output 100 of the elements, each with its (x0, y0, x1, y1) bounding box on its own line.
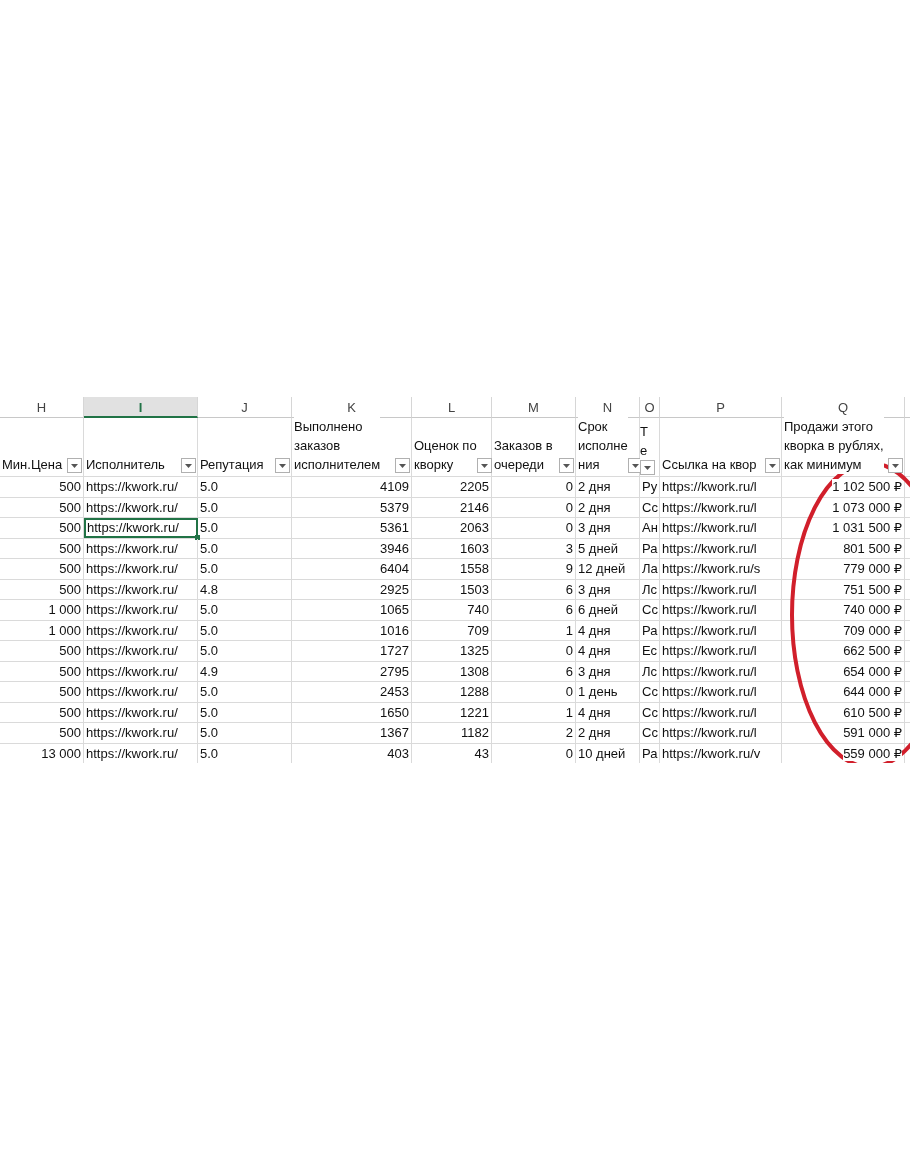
table-cell: https://kwork.ru/l (660, 723, 782, 743)
column-letter[interactable]: H (0, 397, 84, 418)
table-cell: https://kwork.ru/ (84, 641, 198, 661)
table-cell: 500 (0, 559, 84, 579)
table-cell: 4 дня (576, 620, 640, 640)
table-cell: 4109 (292, 477, 412, 497)
table-cell: https://kwork.ru/ (84, 723, 198, 743)
column-letter[interactable]: M (492, 397, 576, 418)
table-cell: 5379 (292, 497, 412, 517)
table-cell: 5 дней (576, 538, 640, 558)
table-cell: https://kwork.ru/ (84, 477, 198, 497)
table-cell: 10 дней (576, 743, 640, 763)
table-cell: 1727 (292, 641, 412, 661)
table-cell: 801 500 ₽ (782, 538, 905, 558)
table-cell: https://kwork.ru/l (660, 702, 782, 722)
table-cell: https://kwork.ru/l (660, 682, 782, 702)
table-cell: https://kwork.ru/l (660, 600, 782, 620)
table-cell: Ра (640, 620, 660, 640)
table-cell: 2 дня (576, 477, 640, 497)
table-cell: https://kwork.ru/ (84, 559, 198, 579)
table-cell: Ра (640, 743, 660, 763)
table-cell: 0 (492, 518, 576, 538)
table-cell: Ан (640, 518, 660, 538)
table-cell: 4.8 (198, 579, 292, 599)
column-letter[interactable]: Q (782, 397, 905, 418)
table-cell: Ра (640, 538, 660, 558)
table-cell: 5.0 (198, 497, 292, 517)
table-cell: 5.0 (198, 682, 292, 702)
table-cell: 1503 (412, 579, 492, 599)
table-cell: 1325 (412, 641, 492, 661)
table-cell: 1 (492, 702, 576, 722)
table-cell: 2925 (292, 579, 412, 599)
filter-button[interactable] (67, 458, 82, 473)
table-cell: 1650 (292, 702, 412, 722)
table-cell: 2 (492, 723, 576, 743)
column-letter[interactable]: O (640, 397, 660, 418)
table-cell: https://kwork.ru/ (84, 620, 198, 640)
table-cell: 5361 (292, 518, 412, 538)
table-cell: https://kwork.ru/ (84, 497, 198, 517)
table-cell: 500 (0, 538, 84, 558)
table-cell: Сс (640, 682, 660, 702)
table-cell: 644 000 ₽ (782, 682, 905, 702)
filter-button[interactable] (395, 458, 410, 473)
column-letter[interactable]: J (198, 397, 292, 418)
table-cell: 4 дня (576, 702, 640, 722)
table-cell: 2 дня (576, 723, 640, 743)
table-cell: Сс (640, 723, 660, 743)
filter-button[interactable] (888, 458, 903, 473)
column-header: Продажи этого кворка в рублях, как минимум (784, 417, 884, 474)
dropdown-arrow-icon (279, 463, 286, 468)
table-cell: 740 (412, 600, 492, 620)
table-cell: https://kwork.ru/ (84, 579, 198, 599)
table-cell: Ла (640, 559, 660, 579)
table-cell: 1065 (292, 600, 412, 620)
table-cell: 1182 (412, 723, 492, 743)
table-cell: 5.0 (198, 723, 292, 743)
dropdown-arrow-icon (185, 463, 192, 468)
table-cell: 500 (0, 518, 84, 538)
table-cell: 0 (492, 743, 576, 763)
table-cell: 779 000 ₽ (782, 559, 905, 579)
column-letter[interactable]: K (292, 397, 412, 418)
table-cell: 1 073 000 ₽ (782, 497, 905, 517)
table-cell: https://kwork.ru/l (660, 641, 782, 661)
filter-button[interactable] (640, 460, 655, 475)
filter-button[interactable] (559, 458, 574, 473)
table-cell: 5.0 (198, 641, 292, 661)
table-cell: Лс (640, 661, 660, 681)
table-cell: https://kwork.ru/l (660, 661, 782, 681)
table-cell: 500 (0, 641, 84, 661)
filter-button[interactable] (181, 458, 196, 473)
table-cell: 709 (412, 620, 492, 640)
table-cell: 591 000 ₽ (782, 723, 905, 743)
table-cell: https://kwork.ru/l (660, 477, 782, 497)
table-cell: https://kwork.ru/l (660, 538, 782, 558)
table-cell: 4.9 (198, 661, 292, 681)
filter-button[interactable] (765, 458, 780, 473)
dropdown-arrow-icon (480, 463, 488, 468)
table-cell: 1603 (412, 538, 492, 558)
column-letter[interactable]: N (576, 397, 640, 418)
table-cell: 0 (492, 477, 576, 497)
table-cell: 0 (492, 641, 576, 661)
table-cell: https://kwork.ru/ (84, 661, 198, 681)
filter-button[interactable] (275, 458, 290, 473)
table-cell: 9 (492, 559, 576, 579)
table-cell: 5.0 (198, 559, 292, 579)
table-cell: 500 (0, 682, 84, 702)
table-cell: 559 000 ₽ (782, 743, 905, 763)
selected-cell[interactable]: https://kwork.ru/ (84, 518, 198, 538)
table-cell: 654 000 ₽ (782, 661, 905, 681)
table-cell: 751 500 ₽ (782, 579, 905, 599)
table-cell: https://kwork.ru/ (84, 682, 198, 702)
table-cell: 709 000 ₽ (782, 620, 905, 640)
column-letter[interactable]: P (660, 397, 782, 418)
table-cell: 5.0 (198, 702, 292, 722)
table-cell: 5.0 (198, 620, 292, 640)
table-cell: 403 (292, 743, 412, 763)
column-letter[interactable]: I (84, 397, 198, 418)
table-cell: Сс (640, 600, 660, 620)
column-letter[interactable]: L (412, 397, 492, 418)
dropdown-arrow-icon (399, 463, 406, 468)
